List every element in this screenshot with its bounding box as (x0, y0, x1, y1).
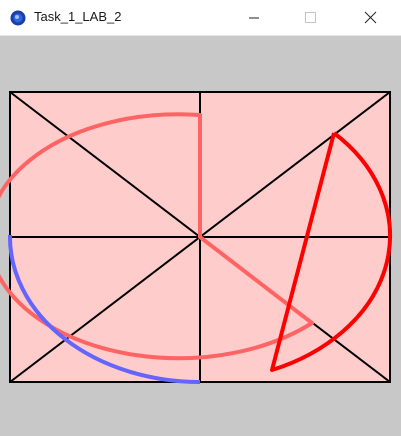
maximize-icon (305, 12, 316, 23)
minimize-button[interactable] (231, 0, 277, 36)
sketch-canvas[interactable] (0, 36, 401, 436)
processing-app-icon (10, 10, 26, 26)
window-title: Task_1_LAB_2 (34, 9, 122, 24)
title-bar[interactable]: Task_1_LAB_2 (0, 0, 401, 36)
maximize-button[interactable] (287, 0, 333, 36)
minimize-icon (249, 17, 259, 19)
app-window: Task_1_LAB_2 (0, 0, 401, 436)
close-button[interactable] (347, 0, 393, 36)
sketch-drawing (0, 36, 401, 436)
close-icon (364, 11, 377, 24)
